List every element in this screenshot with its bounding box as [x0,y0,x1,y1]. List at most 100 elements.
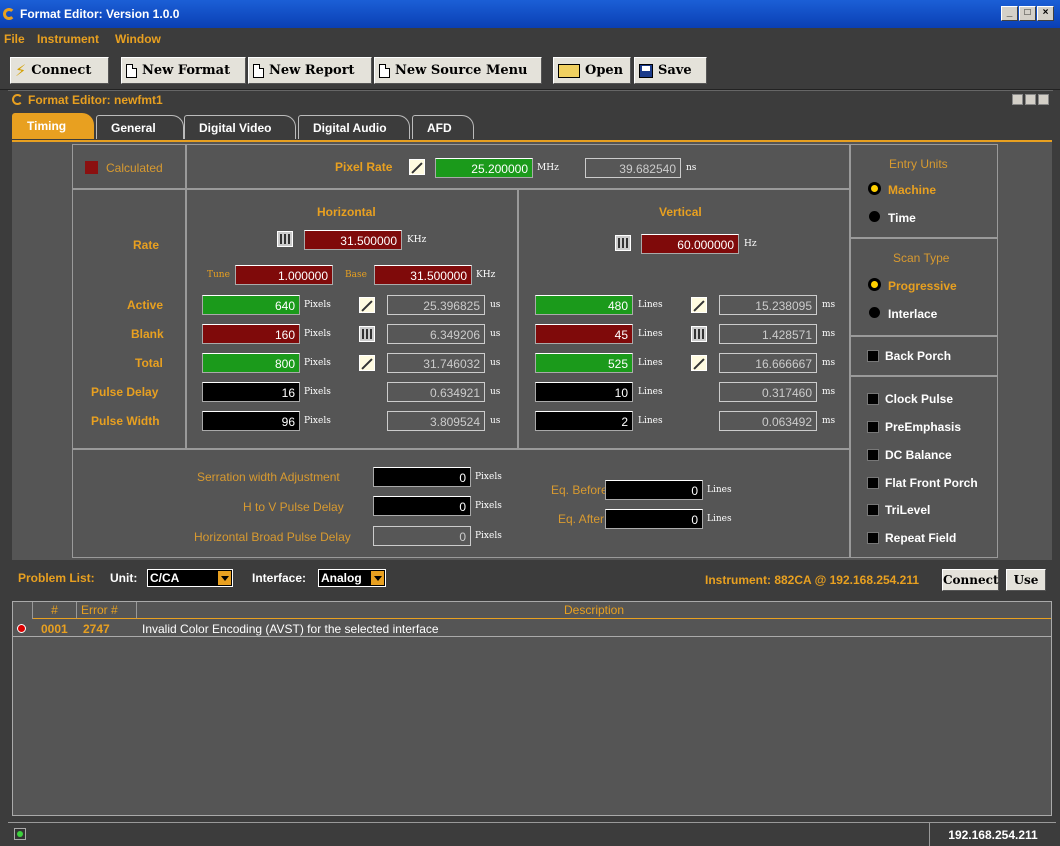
eq-after-unit: Lines [707,514,732,524]
pencil-icon[interactable] [359,297,375,313]
column-header-number[interactable]: # [33,602,77,619]
blank-label: Blank [131,327,164,341]
calculated-swatch [85,161,98,174]
flat-front-porch-label: Flat Front Porch [885,476,978,490]
calculator-icon[interactable] [277,231,293,247]
calculator-icon[interactable] [691,326,707,342]
h-rate-field[interactable]: 31.500000 [304,230,402,250]
tune-field[interactable]: 1.000000 [235,265,333,285]
instrument-connect-button[interactable]: Connect [942,569,999,591]
pencil-icon[interactable] [691,297,707,313]
h-total-time-field: 31.746032 [387,353,485,373]
column-header-error[interactable]: Error # [77,602,137,619]
tab-general[interactable]: General [96,115,184,139]
new-source-menu-button[interactable]: New Source Menu [374,57,542,84]
v-total-field[interactable]: 525 [535,353,633,373]
repeat-field-checkbox[interactable] [867,532,879,544]
h-total-field[interactable]: 800 [202,353,300,373]
maximize-button[interactable]: □ [1019,6,1036,21]
pencil-icon[interactable] [409,159,425,175]
base-field[interactable]: 31.500000 [374,265,472,285]
eq-before-label: Eq. Before [551,483,608,497]
flat-front-porch-checkbox[interactable] [867,477,879,489]
v-pulse-delay-field[interactable]: 10 [535,382,633,402]
back-porch-panel: Back Porch [850,336,998,376]
scan-type-panel: Scan Type Progressive Interlace [850,238,998,336]
menu-instrument[interactable]: Instrument [37,32,99,46]
eq-before-field[interactable]: 0 [605,480,703,500]
unit-label: Unit: [110,571,138,585]
back-porch-checkbox[interactable] [867,350,879,362]
menu-file[interactable]: File [4,32,25,46]
h-pulse-width-unit: Pixels [304,416,331,426]
clock-pulse-checkbox[interactable] [867,393,879,405]
new-format-button[interactable]: New Format [121,57,246,84]
dc-balance-checkbox[interactable] [867,449,879,461]
tab-digital-audio[interactable]: Digital Audio [298,115,410,139]
column-header-description[interactable]: Description [137,602,1051,619]
tab-digital-video[interactable]: Digital Video [184,115,296,139]
horizontal-panel: Horizontal 31.500000 KHz Tune 1.000000 B… [186,189,518,449]
v-rate-field[interactable]: 60.000000 [641,234,739,254]
row-description: Invalid Color Encoding (AVST) for the se… [142,622,439,636]
pixel-rate-field[interactable]: 25.200000 [435,158,533,178]
serration-field[interactable]: 0 [373,467,471,487]
pencil-icon[interactable] [691,355,707,371]
hbroad-field: 0 [373,526,471,546]
v-blank-time-field: 1.428571 [719,324,817,344]
close-button[interactable]: × [1037,6,1054,21]
calculator-icon[interactable] [615,235,631,251]
tab-afd[interactable]: AFD [412,115,474,139]
table-row[interactable]: 0001 2747 Invalid Color Encoding (AVST) … [13,620,1051,637]
chevron-down-icon[interactable] [217,570,232,586]
use-button[interactable]: Use [1006,569,1046,591]
connect-button[interactable]: ⚡ Connect [10,57,109,84]
preemphasis-checkbox[interactable] [867,421,879,433]
h-blank-time-field: 6.349206 [387,324,485,344]
pencil-icon[interactable] [359,355,375,371]
v-blank-field[interactable]: 45 [535,324,633,344]
table-header-spacer [13,602,33,619]
close-icon[interactable] [1038,94,1049,105]
h-pulse-width-field[interactable]: 96 [202,411,300,431]
minimize-button[interactable]: _ [1001,6,1018,21]
open-button[interactable]: Open [553,57,631,84]
progressive-radio[interactable] [869,279,880,290]
error-status-icon [17,624,26,633]
new-report-button[interactable]: New Report [248,57,372,84]
pixel-rate-label: Pixel Rate [335,160,393,174]
h-to-v-unit: Pixels [475,501,502,511]
eq-after-field[interactable]: 0 [605,509,703,529]
machine-label: Machine [888,183,937,197]
tab-timing[interactable]: Timing [12,113,94,139]
calculator-icon[interactable] [359,326,375,342]
machine-radio[interactable] [869,183,880,194]
time-radio[interactable] [869,211,880,222]
h-active-unit: Pixels [304,300,331,310]
h-pulse-delay-field[interactable]: 16 [202,382,300,402]
trilevel-checkbox[interactable] [867,504,879,516]
v-pulse-delay-time-field: 0.317460 [719,382,817,402]
maximize-icon[interactable] [1025,94,1036,105]
h-total-unit: Pixels [304,358,331,368]
interface-select[interactable]: Analog [318,569,386,587]
v-pulse-width-field[interactable]: 2 [535,411,633,431]
connect-button-label: Connect [31,63,92,78]
unit-select[interactable]: C/CA [147,569,233,587]
progressive-label: Progressive [888,279,957,293]
save-button[interactable]: Save [634,57,707,84]
chevron-down-icon[interactable] [370,570,385,586]
window-title: Format Editor: Version 1.0.0 [20,7,180,21]
h-blank-field[interactable]: 160 [202,324,300,344]
h-to-v-field[interactable]: 0 [373,496,471,516]
row-error-number: 2747 [83,622,110,636]
restore-icon[interactable] [1012,94,1023,105]
interlace-radio[interactable] [869,307,880,318]
pulse-width-label: Pulse Width [91,414,160,428]
v-pulse-delay-time-unit: ms [822,387,836,397]
hbroad-unit: Pixels [475,531,502,541]
v-active-field[interactable]: 480 [535,295,633,315]
new-format-button-label: New Format [142,63,231,78]
h-active-field[interactable]: 640 [202,295,300,315]
menu-window[interactable]: Window [115,32,161,46]
